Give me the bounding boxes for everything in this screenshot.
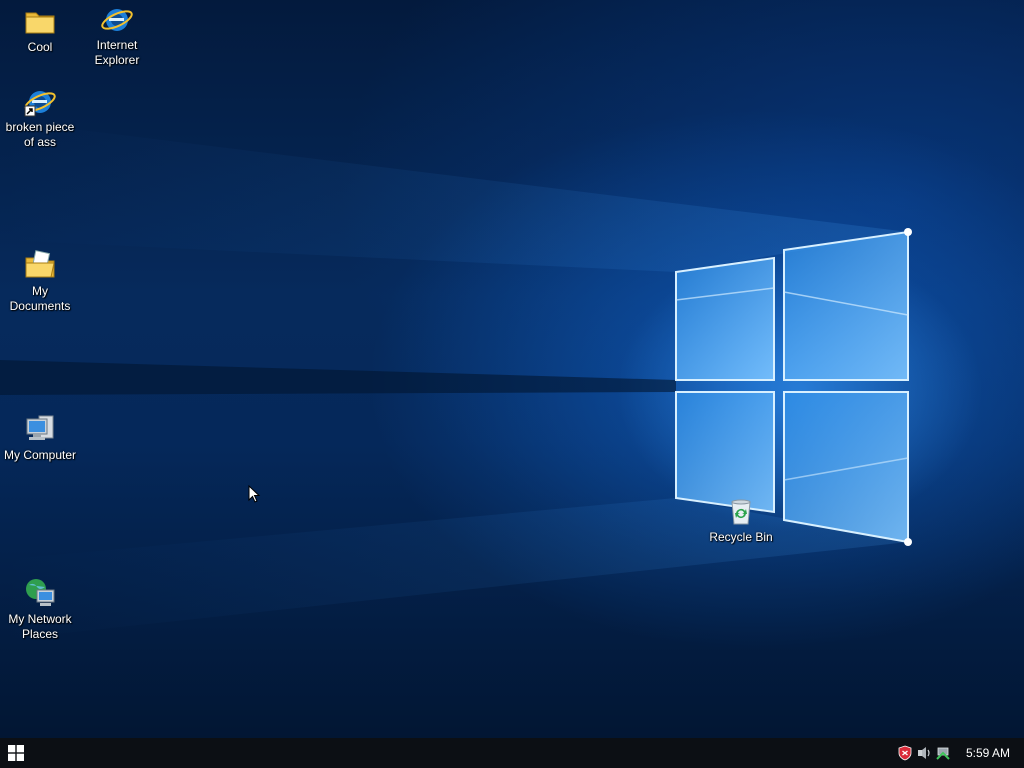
folder-icon bbox=[25, 12, 55, 34]
desktop-icon-cool[interactable]: Cool bbox=[0, 4, 80, 55]
network-status-icon[interactable] bbox=[935, 745, 951, 761]
desktop-icon-broken-piece-of-ass[interactable]: broken piece of ass bbox=[0, 84, 80, 150]
desktop-icon-label: My Computer bbox=[3, 448, 77, 462]
internet-explorer-icon bbox=[101, 9, 133, 31]
desktop-icon-label: Recycle Bin bbox=[709, 530, 773, 544]
wallpaper-window-logo bbox=[0, 120, 912, 640]
desktop-icon-label: My Network Places bbox=[8, 612, 72, 641]
desktop-icon-label: My Documents bbox=[9, 284, 71, 313]
desktop-icon-my-documents[interactable]: My Documents bbox=[0, 248, 80, 314]
desktop-icon-label: broken piece of ass bbox=[5, 120, 75, 149]
desktop-icon-label: Cool bbox=[27, 40, 53, 54]
desktop-icon-recycle-bin[interactable]: Recycle Bin bbox=[701, 494, 781, 545]
my-documents-icon bbox=[25, 250, 55, 278]
desktop[interactable]: Cool Internet Explorer broken piece of a… bbox=[0, 0, 1024, 738]
desktop-icon-my-network-places[interactable]: My Network Places bbox=[0, 576, 80, 642]
desktop-icon-my-computer[interactable]: My Computer bbox=[0, 412, 80, 463]
start-button[interactable] bbox=[0, 738, 32, 768]
windows-logo-icon bbox=[8, 745, 24, 761]
taskbar: 5:59 AM bbox=[0, 738, 1024, 768]
security-shield-icon[interactable] bbox=[897, 745, 913, 761]
network-speaker-icon[interactable] bbox=[916, 745, 932, 761]
internet-explorer-shortcut-icon bbox=[24, 91, 56, 117]
taskbar-clock[interactable]: 5:59 AM bbox=[954, 746, 1024, 760]
desktop-icon-label: Internet Explorer bbox=[94, 38, 140, 67]
system-tray: 5:59 AM bbox=[897, 738, 1024, 768]
desktop-icon-internet-explorer[interactable]: Internet Explorer bbox=[77, 2, 157, 68]
mouse-cursor-icon bbox=[248, 485, 261, 503]
my-computer-icon bbox=[26, 415, 54, 440]
network-places-icon bbox=[26, 579, 55, 606]
recycle-bin-icon bbox=[731, 499, 751, 525]
